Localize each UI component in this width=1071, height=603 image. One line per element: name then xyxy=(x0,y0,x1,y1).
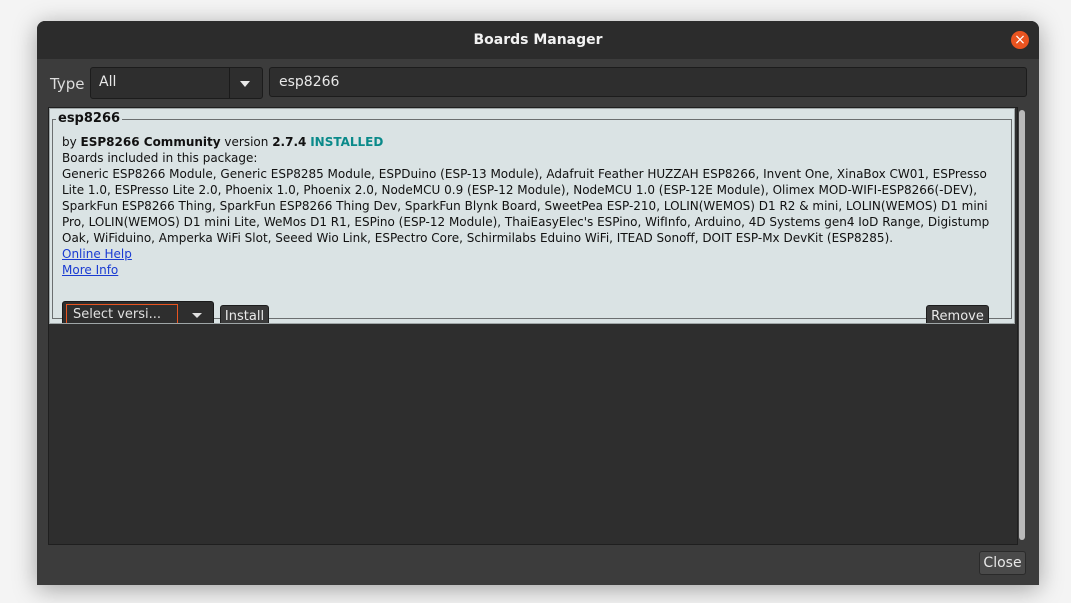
remove-button[interactable]: Remove xyxy=(926,305,989,323)
close-window-icon[interactable]: × xyxy=(1011,31,1029,49)
board-details: by ESP8266 Community version 2.7.4 INSTA… xyxy=(62,134,1007,278)
title-bar[interactable]: Boards Manager × xyxy=(37,21,1039,59)
dropdown-divider xyxy=(229,68,230,98)
filter-row: Type All esp8266 xyxy=(37,59,1039,105)
type-dropdown[interactable]: All xyxy=(90,67,263,99)
chevron-down-icon[interactable] xyxy=(192,313,202,318)
list-scrollbar[interactable] xyxy=(1019,110,1025,540)
boards-list: esp8266 by ESP8266 Community version 2.7… xyxy=(48,107,1018,545)
board-card[interactable]: esp8266 by ESP8266 Community version 2.7… xyxy=(49,108,1015,324)
install-button[interactable]: Install xyxy=(220,305,269,323)
type-dropdown-value: All xyxy=(99,74,117,90)
window-title: Boards Manager xyxy=(473,32,603,48)
chevron-down-icon[interactable] xyxy=(240,81,250,87)
online-help-link[interactable]: Online Help xyxy=(62,246,1007,262)
boards-included-list: Generic ESP8266 Module, Generic ESP8285 … xyxy=(62,167,990,245)
board-version: 2.7.4 xyxy=(272,135,307,149)
close-button[interactable]: Close xyxy=(979,551,1026,575)
version-label: version xyxy=(224,135,269,149)
version-select-value: Select versi... xyxy=(66,304,178,323)
search-input[interactable]: esp8266 xyxy=(269,67,1027,97)
type-label: Type xyxy=(50,75,85,93)
board-author: ESP8266 Community xyxy=(80,135,221,149)
boards-included-label: Boards included in this package: xyxy=(62,151,258,165)
board-name: esp8266 xyxy=(56,111,123,126)
version-select-dropdown[interactable]: Select versi... xyxy=(62,301,214,323)
by-prefix: by xyxy=(62,135,77,149)
more-info-link[interactable]: More Info xyxy=(62,262,1007,278)
boards-manager-window: Boards Manager × Type All esp8266 esp826… xyxy=(37,21,1039,585)
installed-badge: INSTALLED xyxy=(310,135,384,149)
board-author-line: by ESP8266 Community version 2.7.4 INSTA… xyxy=(62,134,1007,150)
